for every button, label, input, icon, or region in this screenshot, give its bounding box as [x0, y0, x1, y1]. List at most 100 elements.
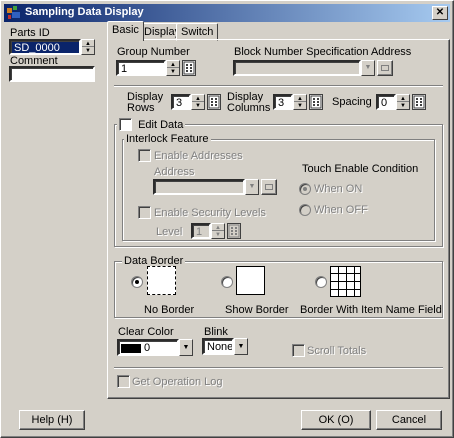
- group-number-field[interactable]: 1: [116, 60, 166, 76]
- no-border-radio[interactable]: [131, 276, 143, 288]
- when-on-radio[interactable]: [299, 183, 311, 195]
- help-button-label: Help (H): [31, 414, 73, 426]
- display-rows-spinner[interactable]: ▲ ▼: [191, 94, 205, 110]
- get-operation-log-checkbox[interactable]: [117, 375, 130, 388]
- window-title: Sampling Data Display: [25, 6, 144, 18]
- level-field[interactable]: 1: [191, 223, 211, 239]
- spin-up-icon[interactable]: ▲: [212, 224, 224, 231]
- ok-button-label: OK (O): [318, 414, 354, 426]
- block-number-field[interactable]: [233, 60, 361, 76]
- spin-up-icon[interactable]: ▲: [294, 95, 306, 102]
- spin-up-icon[interactable]: ▲: [82, 40, 94, 47]
- level-value: 1: [196, 226, 203, 238]
- group-number-label: Group Number: [117, 46, 190, 58]
- divider: [114, 85, 443, 87]
- title-bar[interactable]: Sampling Data Display ✕: [4, 4, 450, 22]
- display-columns-label-2: Columns: [227, 102, 271, 114]
- clear-color-value: 0: [144, 342, 151, 354]
- touch-enable-label: Touch Enable Condition: [302, 163, 419, 175]
- chevron-down-icon[interactable]: ▼: [245, 179, 259, 195]
- keypad-icon[interactable]: [227, 223, 241, 239]
- spin-down-icon[interactable]: ▼: [294, 102, 306, 109]
- enable-security-checkbox[interactable]: [138, 206, 151, 219]
- app-icon: [7, 6, 20, 19]
- blink-label: Blink: [204, 326, 228, 338]
- when-off-radio[interactable]: [299, 204, 311, 216]
- keypad-icon[interactable]: [207, 94, 221, 110]
- border-with-item-radio[interactable]: [315, 276, 327, 288]
- close-button[interactable]: ✕: [432, 6, 448, 20]
- tab-switch-label: Switch: [181, 26, 214, 38]
- blink-select[interactable]: None: [202, 338, 234, 355]
- spin-up-icon[interactable]: ▲: [192, 95, 204, 102]
- interlock-label: Interlock Feature: [124, 133, 211, 145]
- spin-up-icon[interactable]: ▲: [167, 61, 179, 68]
- display-columns-spinner[interactable]: ▲ ▼: [293, 94, 307, 110]
- clear-color-select[interactable]: 0: [117, 339, 179, 356]
- group-number-value: 1: [121, 63, 128, 75]
- cancel-button[interactable]: Cancel: [376, 410, 442, 430]
- spin-down-icon[interactable]: ▼: [192, 102, 204, 109]
- block-number-label: Block Number Specification Address: [234, 46, 412, 58]
- cancel-button-label: Cancel: [391, 414, 427, 426]
- parts-id-field[interactable]: SD_0000: [9, 39, 81, 55]
- spin-down-icon[interactable]: ▼: [167, 68, 179, 75]
- scroll-totals-label: Scroll Totals: [307, 345, 367, 357]
- divider: [114, 367, 443, 369]
- scroll-totals-checkbox[interactable]: [292, 344, 305, 357]
- tab-basic-label: Basic: [112, 24, 139, 36]
- help-button[interactable]: Help (H): [19, 410, 85, 430]
- group-number-spinner[interactable]: ▲ ▼: [166, 60, 180, 76]
- keypad-icon[interactable]: [182, 60, 196, 76]
- display-rows-label-2: Rows: [127, 102, 155, 114]
- level-spinner[interactable]: ▲ ▼: [211, 223, 225, 239]
- tab-display-label: Display: [144, 26, 181, 38]
- edit-data-header: Edit Data: [117, 118, 186, 131]
- border-with-item-label: Border With Item Name Field: [300, 304, 442, 316]
- show-border-preview[interactable]: [236, 266, 265, 295]
- chevron-down-icon[interactable]: ▼: [179, 339, 193, 356]
- enable-addresses-checkbox[interactable]: [138, 149, 151, 162]
- spin-down-icon[interactable]: ▼: [397, 102, 409, 109]
- show-border-label: Show Border: [225, 304, 289, 316]
- close-icon: ✕: [435, 7, 445, 18]
- parts-id-spinner[interactable]: ▲ ▼: [81, 39, 95, 55]
- enable-security-label: Enable Security Levels: [154, 207, 266, 219]
- chevron-down-icon[interactable]: ▼: [234, 338, 248, 355]
- chevron-down-icon[interactable]: ▼: [361, 60, 375, 76]
- border-with-item-preview[interactable]: [330, 266, 361, 297]
- clear-color-label: Clear Color: [118, 326, 174, 338]
- display-columns-field[interactable]: 3: [273, 94, 293, 110]
- get-operation-log-label: Get Operation Log: [132, 376, 223, 388]
- spin-up-icon[interactable]: ▲: [397, 95, 409, 102]
- spacing-spinner[interactable]: ▲ ▼: [396, 94, 410, 110]
- enable-addresses-label: Enable Addresses: [154, 150, 243, 162]
- tab-basic[interactable]: Basic: [107, 21, 144, 41]
- address-input-icon: [265, 184, 273, 190]
- comment-field[interactable]: [9, 66, 95, 82]
- no-border-preview[interactable]: [147, 266, 176, 295]
- address-input-icon: [381, 65, 389, 71]
- keypad-icon[interactable]: [309, 94, 323, 110]
- display-rows-field[interactable]: 3: [171, 94, 191, 110]
- parts-id-label: Parts ID: [10, 27, 50, 39]
- address-input-button[interactable]: [377, 60, 393, 76]
- address-input-button[interactable]: [261, 179, 277, 195]
- level-label: Level: [156, 226, 183, 238]
- spin-down-icon[interactable]: ▼: [212, 231, 224, 238]
- color-swatch: [121, 344, 141, 353]
- show-border-radio[interactable]: [221, 276, 233, 288]
- address-field[interactable]: [153, 179, 245, 195]
- display-rows-value: 3: [176, 97, 183, 109]
- spacing-value: 0: [381, 97, 388, 109]
- spacing-field[interactable]: 0: [376, 94, 396, 110]
- keypad-icon[interactable]: [412, 94, 426, 110]
- edit-data-checkbox[interactable]: [119, 118, 132, 131]
- spin-down-icon[interactable]: ▼: [82, 47, 94, 54]
- display-columns-value: 3: [278, 97, 285, 109]
- edit-data-label: Edit Data: [138, 118, 184, 131]
- when-off-label: When OFF: [314, 204, 368, 216]
- spacing-label: Spacing: [332, 96, 372, 108]
- ok-button[interactable]: OK (O): [301, 410, 371, 430]
- when-on-label: When ON: [314, 183, 363, 195]
